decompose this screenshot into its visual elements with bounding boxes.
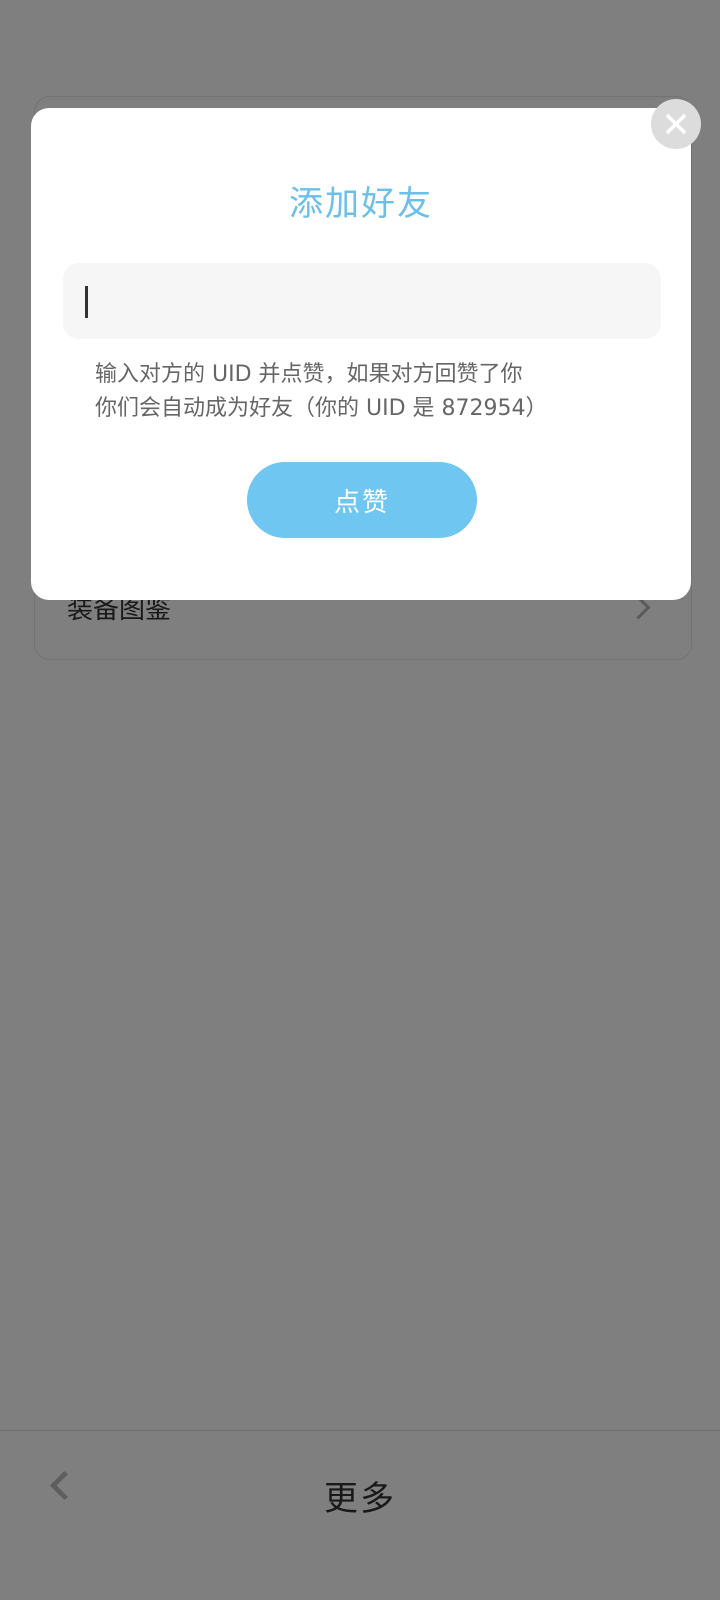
dialog-title: 添加好友 — [289, 184, 433, 224]
hint-text: 输入对方的 UID 并点赞，如果对方回赞了你 你们会自动成为好友（你的 UID … — [95, 358, 655, 426]
close-button[interactable] — [651, 99, 701, 149]
add-friend-dialog: 添加好友 输入对方的 UID 并点赞，如果对方回赞了你 你们会自动成为好友（你的… — [31, 108, 691, 600]
like-button[interactable]: 点赞 — [247, 462, 477, 538]
hint-line-1: 输入对方的 UID 并点赞，如果对方回赞了你 — [95, 362, 523, 387]
uid-input[interactable] — [63, 263, 661, 339]
hint-line-2: 你们会自动成为好友（你的 UID 是 872954） — [95, 396, 548, 421]
text-caret — [85, 286, 88, 318]
close-icon — [666, 114, 686, 134]
